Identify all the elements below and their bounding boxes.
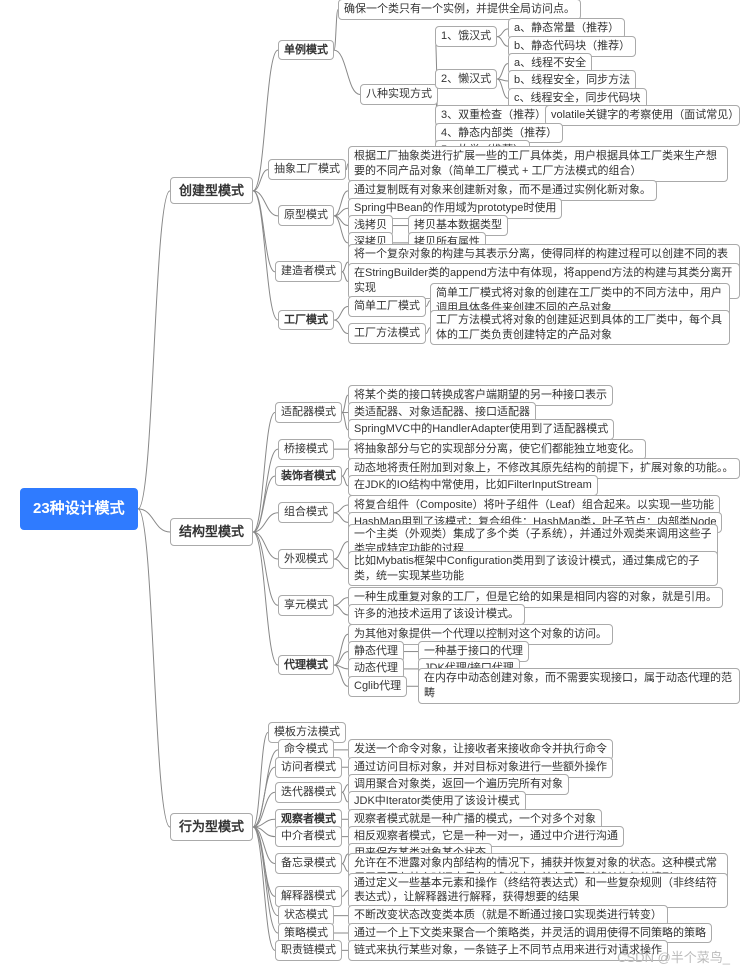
mindmap-node: 行为型模式 — [170, 813, 253, 841]
mindmap-node: 确保一个类只有一个实例，并提供全局访问点。 — [338, 0, 581, 20]
mindmap-node: 23种设计模式 — [20, 488, 138, 530]
mindmap-node: 解释器模式 — [275, 886, 342, 907]
mindmap-node: SpringMVC中的HandlerAdapter使用到了适配器模式 — [348, 419, 614, 440]
mindmap-node: 在内存中动态创建对象，而不需要实现接口，属于动态代理的范畴 — [418, 668, 740, 704]
mindmap-node: 桥接模式 — [278, 439, 334, 460]
mindmap-node: 装饰者模式 — [275, 466, 342, 487]
mindmap-node: Cglib代理 — [348, 676, 407, 697]
mindmap-node: 工厂方法模式将对象的创建延迟到具体的工厂类中，每个具体的工厂类负责创建特定的产品… — [430, 310, 730, 346]
mindmap-node: 单例模式 — [278, 40, 334, 61]
mindmap-node: 根据工厂抽象类进行扩展一些的工厂具体类，用户根据具体工厂类来生产想要的不同产品对… — [348, 146, 728, 182]
mindmap-node: volatile关键字的考察使用（面试常见） — [545, 105, 740, 126]
mindmap-node: 代理模式 — [278, 655, 334, 676]
mindmap-node: 原型模式 — [278, 205, 334, 226]
mindmap-node: 外观模式 — [278, 549, 334, 570]
mindmap-node: 许多的池技术运用了该设计模式。 — [348, 604, 525, 625]
mindmap-node: 创建型模式 — [170, 177, 253, 205]
mindmap-node: 结构型模式 — [170, 518, 253, 546]
mindmap-node: 工厂方法模式 — [348, 323, 426, 344]
mindmap-node: 建造者模式 — [275, 261, 342, 282]
mindmap-node: 组合模式 — [278, 502, 334, 523]
mindmap-node: 八种实现方式 — [360, 84, 438, 105]
mindmap-node: 备忘录模式 — [275, 853, 342, 874]
mindmap-node: 2、懒汉式 — [435, 69, 497, 90]
mindmap-node: 职责链模式 — [275, 940, 342, 961]
mindmap-node: 通过定义一些基本元素和操作（终结符表达式）和一些复杂规则（非终结符表达式），让解… — [348, 873, 728, 909]
mindmap-node: 享元模式 — [278, 595, 334, 616]
mindmap-node: 适配器模式 — [275, 402, 342, 423]
mindmap-node: 在JDK的IO结构中常使用，比如FilterInputStream — [348, 475, 598, 496]
mindmap-node: 访问者模式 — [275, 757, 342, 778]
mindmap-node: 1、饿汉式 — [435, 26, 497, 47]
mindmap-node: 中介者模式 — [275, 826, 342, 847]
mindmap-node: 迭代器模式 — [275, 782, 342, 803]
mindmap-node: 比如Mybatis框架中Configuration类用到了该设计模式，通过集成它… — [348, 551, 718, 587]
mindmap-node: 工厂模式 — [278, 310, 334, 331]
mindmap-node: 简单工厂模式 — [348, 296, 426, 317]
mindmap-node: 将抽象部分与它的实现部分分离，使它们都能独立地变化。 — [348, 439, 646, 460]
mindmap-node: 抽象工厂模式 — [268, 159, 346, 180]
watermark: CSDN @半个菜鸟_ — [617, 947, 730, 966]
